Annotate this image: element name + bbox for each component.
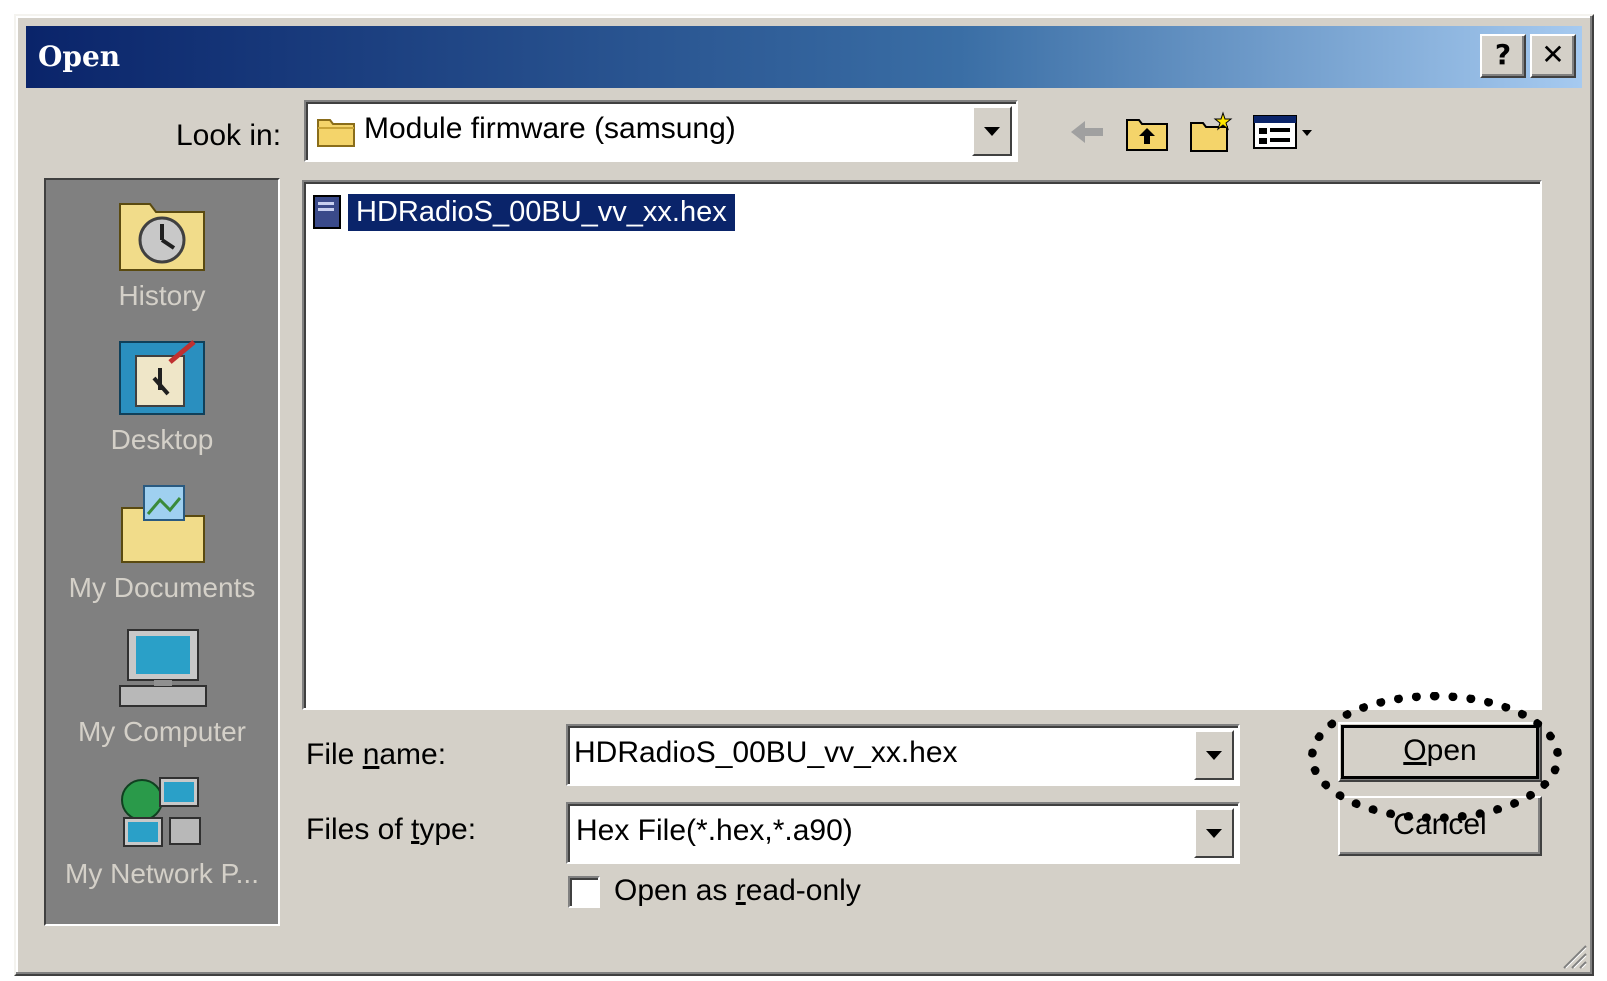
cancel-button[interactable]: Cancel (1338, 796, 1542, 856)
look-in-dropdown[interactable]: Module firmware (samsung) (304, 100, 1018, 162)
places-item-history[interactable]: History (46, 194, 278, 312)
new-folder-icon (1190, 111, 1233, 152)
places-label-desktop: Desktop (110, 424, 214, 455)
title-bar[interactable]: Open ? ✕ (26, 26, 1582, 88)
file-type-dropdown-arrow[interactable] (1194, 808, 1234, 858)
back-button[interactable] (1062, 108, 1112, 156)
up-one-level-button[interactable] (1122, 108, 1172, 156)
places-bar: History Desktop My Documents My Computer… (44, 178, 280, 926)
read-only-checkbox[interactable] (568, 876, 600, 908)
file-name-label: File name: (306, 738, 447, 771)
look-in-value: Module firmware (samsung) (364, 112, 736, 145)
hex-file-icon (313, 195, 341, 229)
view-menu-button[interactable] (1250, 108, 1320, 156)
file-type-value: Hex File(*.hex,*.a90) (576, 814, 853, 847)
file-list[interactable]: HDRadioS_00BU_vv_xx.hex (302, 180, 1542, 710)
my-network-places-icon (121, 777, 201, 847)
chevron-down-icon (984, 126, 1000, 136)
close-button[interactable]: ✕ (1530, 34, 1576, 78)
view-menu-icon (1253, 115, 1312, 149)
file-name-field[interactable]: HDRadioS_00BU_vv_xx.hex (566, 724, 1240, 786)
places-label-history: History (118, 280, 206, 311)
places-item-desktop[interactable]: Desktop (46, 338, 278, 456)
desktop-icon (119, 340, 205, 415)
places-label-my-network-places: My Network P... (65, 858, 259, 889)
places-item-my-network-places[interactable]: My Network P... (46, 772, 278, 890)
file-name: HDRadioS_00BU_vv_xx.hex (348, 193, 735, 231)
up-one-level-icon (1126, 119, 1168, 151)
file-name-value: HDRadioS_00BU_vv_xx.hex (574, 736, 958, 769)
list-item[interactable]: HDRadioS_00BU_vv_xx.hex (312, 190, 735, 234)
file-type-label: Files of type: (306, 813, 477, 846)
dialog-title: Open (38, 40, 121, 73)
my-documents-icon (121, 485, 205, 563)
look-in-dropdown-arrow[interactable] (972, 106, 1012, 156)
places-label-my-documents: My Documents (68, 572, 256, 603)
my-computer-icon (119, 629, 207, 707)
file-type-dropdown[interactable]: Hex File(*.hex,*.a90) (566, 802, 1240, 864)
help-button[interactable]: ? (1480, 34, 1526, 78)
open-dialog: Open ? ✕ Look in: Module firmware (samsu… (14, 14, 1594, 976)
file-name-dropdown-arrow[interactable] (1194, 730, 1234, 780)
new-folder-button[interactable] (1186, 108, 1236, 156)
places-label-my-computer: My Computer (77, 716, 247, 747)
open-button[interactable]: Open (1338, 722, 1542, 782)
places-item-my-documents[interactable]: My Documents (46, 480, 278, 604)
back-arrow-icon (1071, 121, 1103, 143)
resize-grip-icon[interactable] (1558, 940, 1588, 970)
look-in-label: Look in: (176, 119, 281, 153)
look-in-label-text: Look in: (176, 119, 282, 152)
history-icon (119, 203, 205, 271)
read-only-label: Open as read-only (614, 874, 861, 907)
folder-icon (317, 119, 355, 147)
places-item-my-computer[interactable]: My Computer (46, 626, 278, 748)
chevron-down-icon (1206, 828, 1222, 838)
chevron-down-icon (1206, 750, 1222, 760)
